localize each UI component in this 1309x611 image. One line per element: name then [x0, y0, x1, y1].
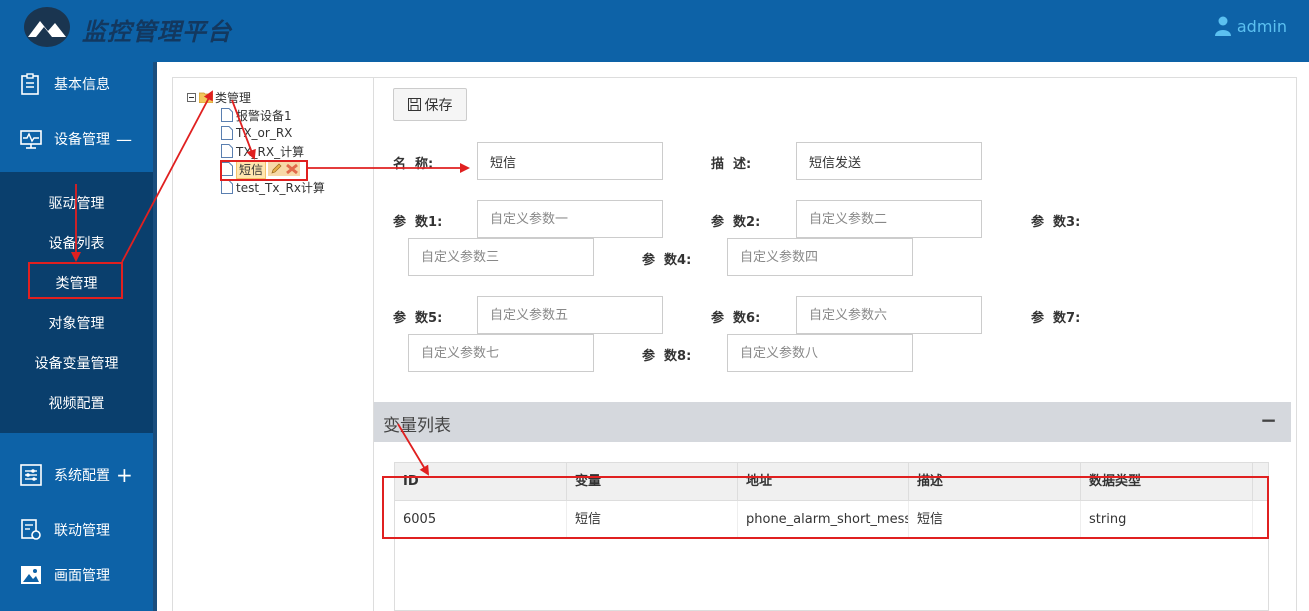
annotation-box-class-menu	[28, 262, 123, 299]
param8-label: 参 数8:	[642, 349, 692, 364]
device-submenu: 驱动管理 设备列表 类管理 对象管理 设备变量管理 视频配置	[0, 172, 153, 433]
save-icon	[407, 98, 421, 111]
sidebar-divider	[153, 62, 157, 611]
submenu-item-device-list[interactable]: 设备列表	[0, 227, 153, 261]
tree-node-label: 报警设备1	[236, 108, 292, 123]
param8-input[interactable]	[727, 334, 913, 372]
annotation-box-selected-node	[220, 160, 308, 181]
tree-node[interactable]: TX_RX_计算	[221, 142, 304, 160]
link-doc-icon	[21, 519, 41, 540]
username: admin	[1236, 16, 1287, 36]
sidebar-item-linkage[interactable]: 联动管理	[0, 510, 153, 550]
param2-input[interactable]	[796, 200, 982, 238]
user-icon	[1214, 16, 1231, 36]
submenu-item-video-config[interactable]: 视频配置	[0, 387, 153, 421]
folder-icon	[199, 92, 213, 103]
image-icon	[21, 566, 41, 584]
sidebar-item-label: 联动管理	[54, 523, 110, 539]
sidebar-item-label: 画面管理	[54, 568, 110, 584]
description-label: 描 述:	[711, 157, 752, 172]
collapse-toggle-icon[interactable]	[187, 92, 196, 102]
tree-root-label: 类管理	[215, 90, 252, 105]
logo-icon	[24, 7, 70, 47]
variable-list-title: 变量列表	[383, 416, 451, 436]
list-icon	[21, 73, 39, 95]
collapse-indicator: —	[116, 129, 132, 149]
top-header: 监控管理平台 admin	[0, 0, 1309, 62]
description-input[interactable]	[796, 142, 982, 180]
param7-input[interactable]	[408, 334, 594, 372]
param7-label: 参 数7:	[1031, 311, 1081, 326]
user-menu[interactable]: admin	[1214, 16, 1287, 36]
param1-input[interactable]	[477, 200, 663, 238]
file-icon	[221, 144, 233, 158]
save-button[interactable]: 保存	[393, 88, 467, 121]
tree-node-label: test_Tx_Rx计算	[236, 180, 325, 195]
sidebar-item-system-config[interactable]: 系统配置 +	[0, 455, 153, 495]
class-tree-panel: 类管理 报警设备1 TX_or_RX TX_RX_计算 短信 test_Tx_R…	[172, 77, 374, 611]
param6-label: 参 数6:	[711, 311, 761, 326]
name-input[interactable]	[477, 142, 663, 180]
file-icon	[221, 180, 233, 194]
param5-input[interactable]	[477, 296, 663, 334]
collapse-button[interactable]: −	[1260, 408, 1277, 432]
tree-node[interactable]: TX_or_RX	[221, 124, 292, 142]
expand-indicator: +	[116, 463, 133, 487]
tree-node[interactable]: 报警设备1	[221, 106, 292, 124]
save-button-label: 保存	[424, 97, 453, 114]
submenu-item-device-variable[interactable]: 设备变量管理	[0, 347, 153, 381]
param3-label: 参 数3:	[1031, 215, 1081, 230]
param5-label: 参 数5:	[393, 311, 443, 326]
file-icon	[221, 108, 233, 122]
submenu-item-object-management[interactable]: 对象管理	[0, 307, 153, 341]
param3-input[interactable]	[408, 238, 594, 276]
sidebar-item-label: 基本信息	[54, 77, 110, 93]
param4-label: 参 数4:	[642, 253, 692, 268]
param2-label: 参 数2:	[711, 215, 761, 230]
name-label: 名 称:	[393, 157, 434, 172]
sidebar-item-device-management[interactable]: 设备管理 —	[0, 119, 153, 159]
sliders-icon	[20, 464, 42, 486]
param4-input[interactable]	[727, 238, 913, 276]
tree-root[interactable]: 类管理	[187, 88, 251, 106]
sidebar-item-label: 设备管理	[54, 132, 110, 148]
sidebar-item-screen[interactable]: 画面管理	[0, 555, 153, 595]
variable-list-header: 变量列表 −	[374, 402, 1291, 442]
param1-label: 参 数1:	[393, 215, 443, 230]
tree-node-label: TX_or_RX	[236, 126, 293, 140]
param6-input[interactable]	[796, 296, 982, 334]
monitor-icon	[20, 130, 42, 149]
file-icon	[221, 126, 233, 140]
tree-node-label: TX_RX_计算	[236, 144, 305, 159]
sidebar-item-basic-info[interactable]: 基本信息	[0, 64, 153, 104]
annotation-box-variable-row	[382, 476, 1269, 539]
app-title: 监控管理平台	[82, 17, 232, 46]
submenu-item-driver[interactable]: 驱动管理	[0, 187, 153, 221]
sidebar-item-label: 系统配置	[54, 468, 110, 484]
